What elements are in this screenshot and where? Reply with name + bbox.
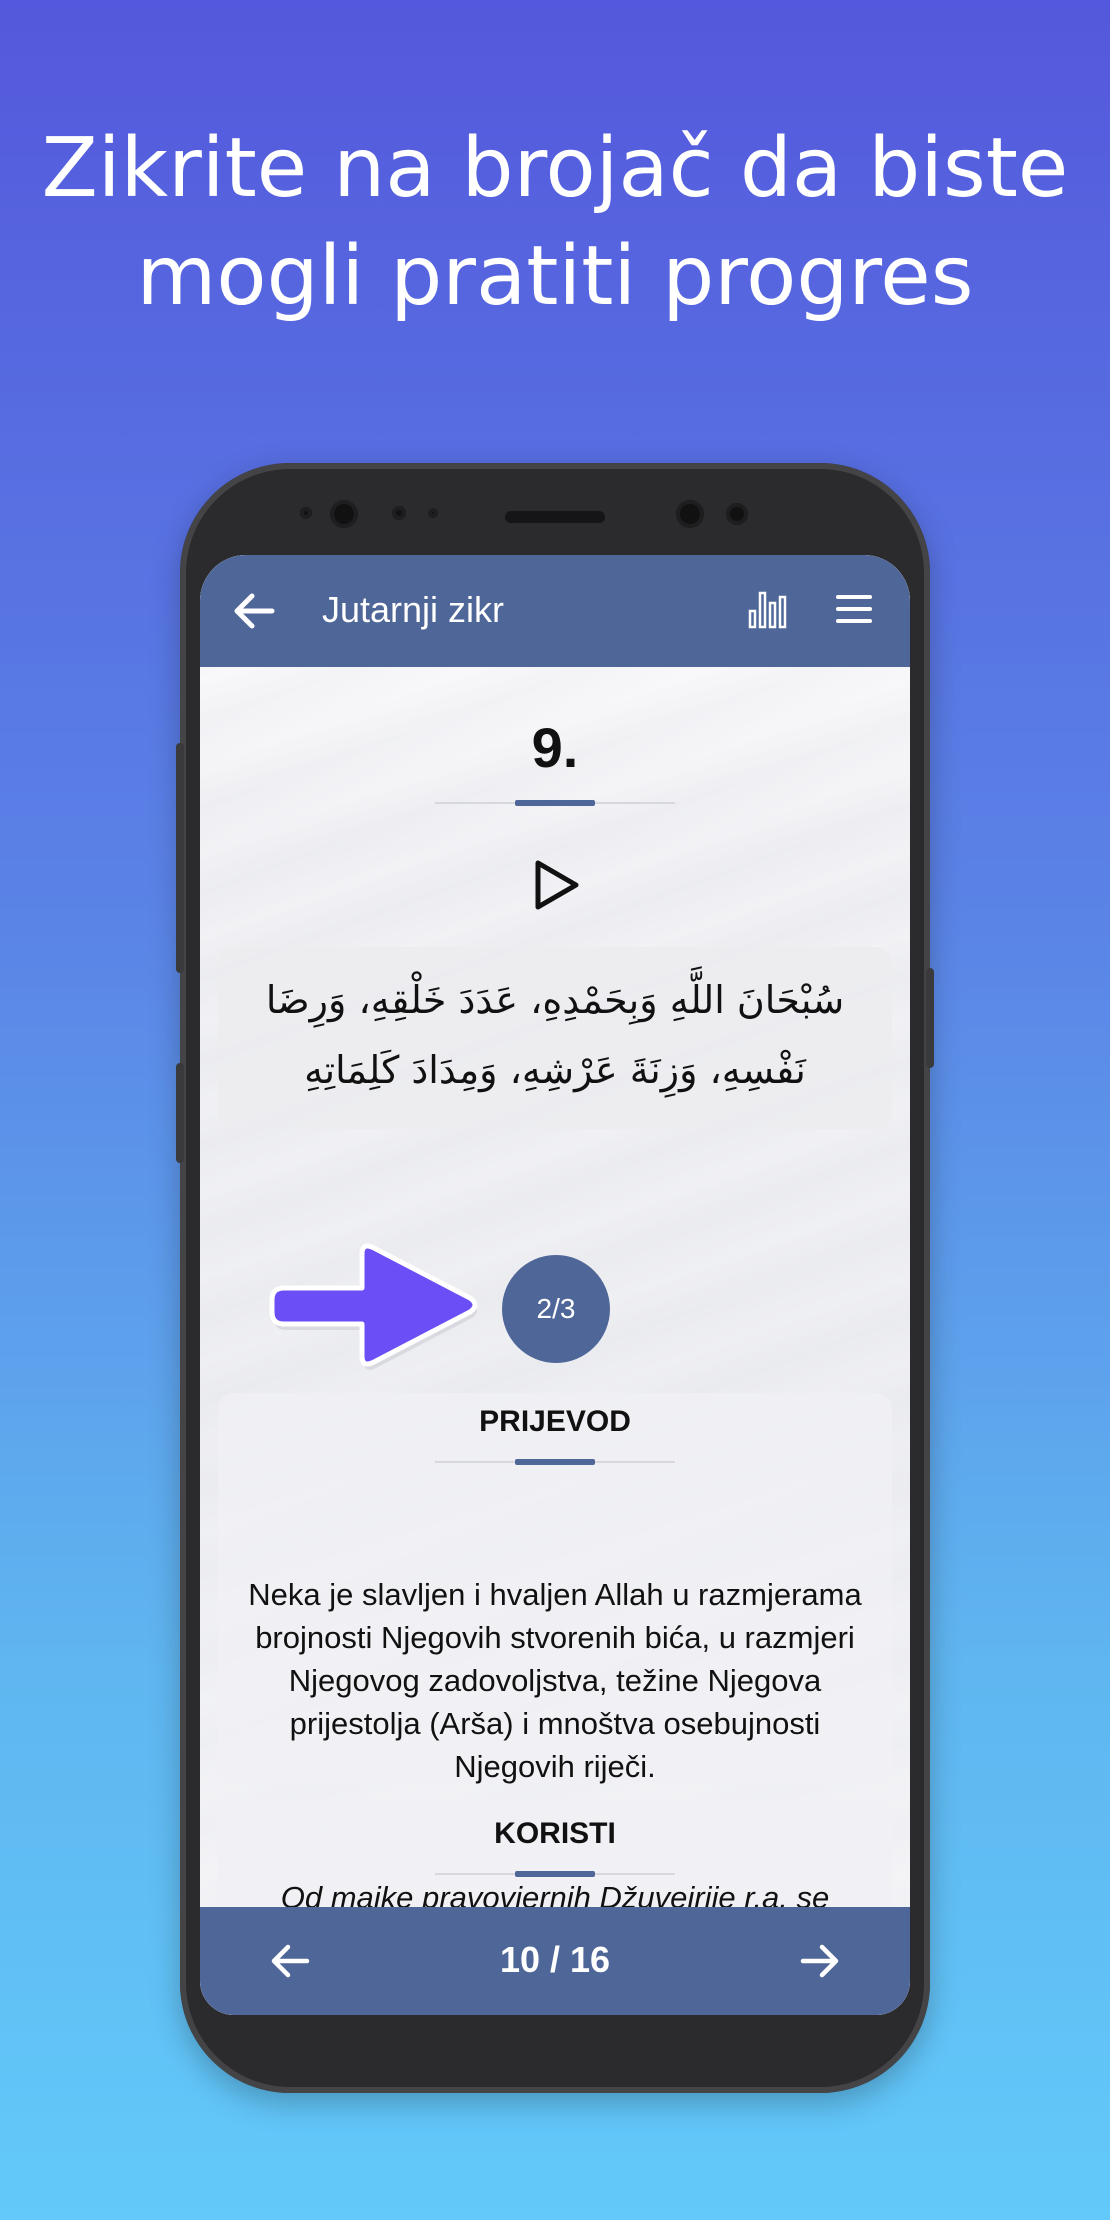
bar-chart-icon[interactable] (748, 589, 788, 629)
phone-side-button (176, 743, 184, 973)
dhikr-counter-button[interactable]: 2/3 (502, 1255, 610, 1363)
app-bar: Jutarnji zikr (200, 555, 910, 667)
hamburger-menu-icon[interactable] (834, 591, 874, 627)
divider-accent (515, 800, 595, 806)
arabic-line-2: نَفْسِهِ، وَزِنَةَ عَرْشِهِ، وَمِدَادَ ك… (304, 1048, 806, 1092)
arrow-left-icon[interactable] (232, 591, 276, 631)
arabic-line-1: سُبْحَانَ اللَّهِ وَبِحَمْدِهِ، عَدَدَ خ… (265, 978, 845, 1022)
translation-text: Neka je slavljen i hvaljen Allah u razmj… (248, 1577, 862, 1784)
headline-line-1: Zikrite na brojač da biste (41, 121, 1069, 216)
page-title: Jutarnji zikr (322, 589, 505, 630)
phone-side-button (176, 1063, 184, 1163)
phone-sensor-icon (300, 507, 312, 519)
phone-sensor-icon (392, 506, 406, 520)
phone-side-button (926, 968, 934, 1068)
phone-sensor-icon (428, 508, 438, 518)
dhikr-number: 9. (531, 716, 579, 779)
arrow-right-icon[interactable] (800, 1943, 840, 1979)
headline: Zikrite na brojač da biste mogli pratiti… (0, 115, 1110, 331)
arabic-text: سُبْحَانَ اللَّهِ وَبِحَمْدِهِ، عَدَدَ خ… (248, 965, 862, 1105)
phone-camera-icon (330, 500, 358, 528)
benefits-title: KORISTI (494, 1817, 616, 1850)
phone-mockup: Jutarnji zikr 9. سُبْحَانَ اللَّهِ وَبِح… (176, 463, 934, 2093)
phone-sensor-icon (726, 503, 748, 525)
translation-title: PRIJEVOD (479, 1405, 631, 1438)
pointer-arrow-icon (269, 1243, 478, 1370)
app-screen: Jutarnji zikr 9. سُبْحَانَ اللَّهِ وَبِح… (200, 555, 910, 2015)
divider-accent (515, 1459, 595, 1465)
arabic-text-card: سُبْحَانَ اللَّهِ وَبِحَمْدِهِ، عَدَدَ خ… (218, 947, 892, 1129)
play-icon[interactable] (530, 857, 582, 913)
phone-speaker (505, 511, 605, 523)
headline-line-2: mogli pratiti progres (136, 229, 974, 324)
bottom-navigation-bar: 10 / 16 (200, 1907, 910, 2015)
phone-camera-icon (676, 500, 704, 528)
